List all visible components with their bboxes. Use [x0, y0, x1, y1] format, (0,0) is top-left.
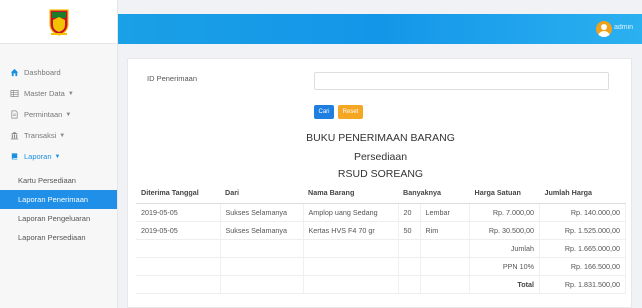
reset-button[interactable]: Reset: [338, 105, 363, 119]
report-title: BUKU PENERIMAAN BARANG: [306, 132, 455, 144]
table-icon: [10, 89, 19, 98]
sidebar-item-transaksi[interactable]: Transaksi ▼: [0, 125, 117, 146]
user-name[interactable]: admin: [614, 24, 642, 31]
cell-tanggal: 2019-05-05: [136, 203, 221, 222]
caret-down-icon: ▼: [54, 153, 61, 160]
cell-jumlah-harga: Rp. 1.525.000,00: [539, 221, 626, 240]
summary-value: Rp. 1.831.500,00: [539, 275, 626, 294]
sidebar-item-label: Permintaan: [24, 110, 63, 119]
sidebar-item-master-data[interactable]: Master Data ▼: [0, 83, 117, 104]
submenu-laporan-penerimaan[interactable]: Laporan Penerimaan: [0, 190, 117, 209]
top-navbar: admin: [118, 14, 642, 44]
cell-nama-barang: Amplop uang Sedang: [303, 203, 399, 222]
id-penerimaan-label: ID Penerimaan: [147, 74, 198, 83]
submenu-laporan-persediaan[interactable]: Laporan Persediaan: [0, 228, 117, 247]
submenu-kartu-persediaan[interactable]: Kartu Persediaan: [0, 171, 117, 190]
column-header: Dari: [220, 183, 303, 204]
column-header: Nama Barang: [303, 183, 398, 204]
report-organization: RSUD SOREANG: [337, 168, 424, 180]
sidebar-item-permintaan[interactable]: Permintaan ▼: [0, 104, 117, 125]
home-icon: [10, 68, 19, 77]
sidebar-item-label: Dashboard: [24, 68, 61, 77]
summary-row: PPN 10% Rp. 166.500,00: [136, 257, 626, 276]
user-avatar-icon[interactable]: [596, 21, 612, 37]
penerimaan-table: Diterima Tanggal Dari Nama Barang Banyak…: [136, 183, 626, 294]
column-header: Jumlah Harga: [539, 183, 626, 204]
summary-label: Jumlah: [469, 239, 540, 258]
summary-label: PPN 10%: [469, 257, 540, 276]
summary-value: Rp. 1.665.000,00: [539, 239, 626, 258]
column-header: Banyaknya: [398, 183, 470, 204]
submenu-laporan-pengeluaran[interactable]: Laporan Pengeluaran: [0, 209, 117, 228]
cell-unit: Lembar: [420, 203, 470, 222]
report-subtitle: Persediaan: [353, 151, 408, 163]
cell-harga-satuan: Rp. 30.500,00: [469, 221, 540, 240]
logo-emblem-icon[interactable]: [48, 8, 70, 36]
cell-qty: 50: [398, 221, 421, 240]
caret-down-icon: ▼: [67, 90, 74, 97]
id-penerimaan-input[interactable]: [314, 72, 609, 90]
cell-dari: Sukses Selamanya: [220, 203, 304, 222]
book-icon: [11, 153, 18, 160]
caret-down-icon: ▼: [65, 111, 72, 118]
sidebar-nav: Dashboard Master Data ▼ Permintaan ▼ Tra…: [0, 44, 117, 247]
bank-icon: [10, 131, 19, 140]
cell-nama-barang: Kertas HVS F4 70 gr: [303, 221, 399, 240]
sidebar-item-label: Transaksi: [24, 131, 57, 140]
table-row: 2019-05-05 Sukses Selamanya Kertas HVS F…: [136, 221, 626, 240]
cari-button[interactable]: Cari: [314, 105, 334, 119]
summary-label: Total: [469, 275, 540, 294]
summary-value: Rp. 166.500,00: [539, 257, 626, 276]
caret-down-icon: ▼: [59, 132, 66, 139]
document-icon: [11, 110, 18, 119]
cell-jumlah-harga: Rp. 140.000,00: [539, 203, 626, 222]
report-card: ID Penerimaan Cari Reset BUKU PENERIMAAN…: [127, 58, 632, 308]
sidebar: Dashboard Master Data ▼ Permintaan ▼ Tra…: [0, 0, 118, 308]
logo-area: [0, 0, 117, 44]
sidebar-item-label: Laporan: [24, 152, 52, 161]
summary-row: Jumlah Rp. 1.665.000,00: [136, 239, 626, 258]
sidebar-item-label: Master Data: [24, 89, 65, 98]
column-header: Diterima Tanggal: [136, 183, 220, 204]
cell-harga-satuan: Rp. 7.000,00: [469, 203, 540, 222]
cell-tanggal: 2019-05-05: [136, 221, 221, 240]
cell-unit: Rim: [420, 221, 470, 240]
cell-dari: Sukses Selamanya: [220, 221, 304, 240]
summary-row: Total Rp. 1.831.500,00: [136, 275, 626, 294]
table-row: 2019-05-05 Sukses Selamanya Amplop uang …: [136, 203, 626, 222]
sidebar-item-dashboard[interactable]: Dashboard: [0, 62, 117, 83]
column-header: Harga Satuan: [469, 183, 540, 204]
cell-qty: 20: [398, 203, 421, 222]
table-header-row: Diterima Tanggal Dari Nama Barang Banyak…: [136, 183, 626, 204]
sidebar-item-laporan[interactable]: Laporan ▼: [0, 146, 117, 167]
